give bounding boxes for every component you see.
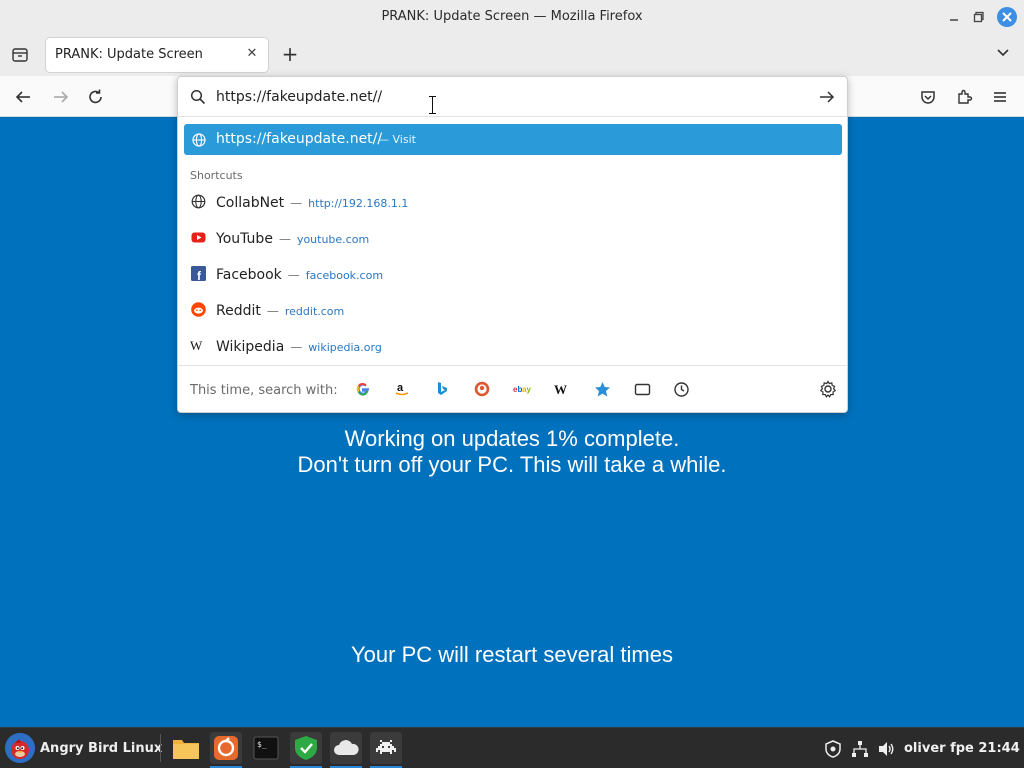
terminal-icon[interactable]: $_ bbox=[250, 732, 282, 764]
reload-icon[interactable] bbox=[85, 86, 107, 108]
new-tab-icon[interactable]: + bbox=[280, 44, 300, 64]
shortcut-name: CollabNet bbox=[216, 195, 285, 211]
tab-prank-update-screen[interactable]: PRANK: Update Screen ✕ bbox=[46, 38, 268, 72]
shortcut-name: Facebook bbox=[216, 267, 282, 283]
taskbar-separator bbox=[160, 734, 161, 762]
start-menu-label[interactable]: Angry Bird Linux bbox=[40, 741, 162, 756]
minimize-icon[interactable] bbox=[944, 7, 964, 27]
reddit-icon bbox=[190, 301, 206, 317]
ebay-icon[interactable]: ebay bbox=[513, 380, 531, 398]
text-cursor-icon bbox=[429, 96, 438, 114]
svg-text:$_: $_ bbox=[257, 740, 267, 749]
window-titlebar: PRANK: Update Screen — Mozilla Firefox bbox=[0, 0, 1024, 34]
shortcut-reddit[interactable]: Reddit — reddit.com bbox=[178, 292, 847, 324]
svg-text:W: W bbox=[190, 338, 203, 353]
shortcut-url: http://192.168.1.1 bbox=[308, 197, 409, 210]
shortcut-name: Wikipedia bbox=[216, 339, 285, 355]
network-tray-icon[interactable] bbox=[851, 740, 869, 758]
facebook-icon: f bbox=[190, 265, 206, 281]
shortcut-collabnet[interactable]: CollabNet — http://192.168.1.1 bbox=[178, 184, 847, 216]
suggestion-action: — Visit bbox=[378, 133, 416, 146]
firefox-view-icon[interactable] bbox=[9, 44, 31, 66]
globe-icon bbox=[192, 132, 206, 147]
volume-tray-icon[interactable] bbox=[877, 740, 895, 758]
hamburger-menu-icon[interactable] bbox=[989, 86, 1011, 108]
pocket-icon[interactable] bbox=[917, 86, 939, 108]
urlbar-input[interactable]: https://fakeupdate.net// bbox=[216, 89, 382, 105]
urlbar[interactable]: https://fakeupdate.net// bbox=[178, 77, 847, 117]
history-icon[interactable] bbox=[672, 380, 690, 398]
gear-icon[interactable] bbox=[819, 380, 837, 398]
globe-icon bbox=[190, 193, 206, 209]
search-with-label: This time, search with: bbox=[190, 383, 338, 398]
svg-text:a: a bbox=[397, 382, 404, 394]
cloud-app-icon[interactable] bbox=[330, 732, 362, 768]
chevron-down-icon[interactable] bbox=[994, 44, 1012, 62]
duckduckgo-icon[interactable] bbox=[473, 380, 491, 398]
files-icon[interactable] bbox=[170, 732, 202, 764]
go-arrow-icon[interactable] bbox=[818, 88, 836, 106]
amazon-icon[interactable]: a bbox=[393, 380, 411, 398]
search-icon bbox=[190, 89, 206, 105]
bing-icon[interactable] bbox=[433, 380, 451, 398]
suggestion-visit[interactable]: https://fakeupdate.net// — Visit bbox=[184, 124, 842, 155]
youtube-icon bbox=[190, 229, 206, 245]
suggestion-url: https://fakeupdate.net// bbox=[216, 131, 383, 147]
shortcut-url: reddit.com bbox=[284, 305, 345, 318]
google-icon[interactable] bbox=[354, 380, 372, 398]
wikipedia-icon[interactable]: W bbox=[553, 380, 571, 398]
svg-text:W: W bbox=[554, 382, 567, 397]
shortcut-url: wikipedia.org bbox=[308, 341, 382, 354]
update-warning-text: Don't turn off your PC. This will take a… bbox=[297, 452, 727, 477]
shortcut-url: facebook.com bbox=[305, 269, 384, 282]
tabs-icon[interactable] bbox=[633, 380, 651, 398]
wikipedia-icon: W bbox=[190, 337, 206, 353]
firefox-icon[interactable] bbox=[210, 732, 242, 768]
urlbar-dropdown: https://fakeupdate.net// https://fakeupd… bbox=[177, 76, 848, 413]
close-window-icon[interactable] bbox=[997, 7, 1017, 27]
window-title: PRANK: Update Screen — Mozilla Firefox bbox=[381, 9, 643, 24]
angry-bird-logo-icon[interactable] bbox=[5, 733, 35, 763]
maximize-icon[interactable] bbox=[969, 7, 989, 27]
shortcut-youtube[interactable]: YouTube — youtube.com bbox=[178, 220, 847, 252]
shortcut-name: YouTube bbox=[216, 231, 273, 247]
bookmarks-icon[interactable] bbox=[593, 380, 611, 398]
shortcut-name: Reddit bbox=[216, 303, 261, 319]
tab-close-icon[interactable]: ✕ bbox=[244, 46, 260, 62]
shortcut-url: youtube.com bbox=[296, 233, 370, 246]
shortcut-wikipedia[interactable]: W Wikipedia — wikipedia.org bbox=[178, 328, 847, 360]
tab-strip: PRANK: Update Screen ✕ + bbox=[0, 34, 1024, 76]
taskbar: Angry Bird Linux $_ oliver fpe 21:44 bbox=[0, 727, 1024, 768]
security-tray-icon[interactable] bbox=[824, 740, 842, 758]
tab-title: PRANK: Update Screen bbox=[55, 47, 203, 62]
svg-text:y: y bbox=[527, 385, 532, 394]
restart-notice-text: Your PC will restart several times bbox=[351, 642, 673, 667]
extensions-icon[interactable] bbox=[953, 86, 975, 108]
space-invader-icon[interactable] bbox=[370, 732, 402, 768]
shield-app-icon[interactable] bbox=[290, 732, 322, 768]
search-engines-bar: This time, search with: a ebay W bbox=[178, 365, 847, 413]
shortcut-facebook[interactable]: f Facebook — facebook.com bbox=[178, 256, 847, 288]
forward-arrow-icon[interactable] bbox=[50, 86, 72, 108]
clock[interactable]: oliver fpe 21:44 bbox=[904, 741, 1020, 756]
shortcuts-header: Shortcuts bbox=[190, 169, 243, 182]
update-progress-text: Working on updates 1% complete. bbox=[344, 426, 680, 451]
back-arrow-icon[interactable] bbox=[12, 86, 34, 108]
